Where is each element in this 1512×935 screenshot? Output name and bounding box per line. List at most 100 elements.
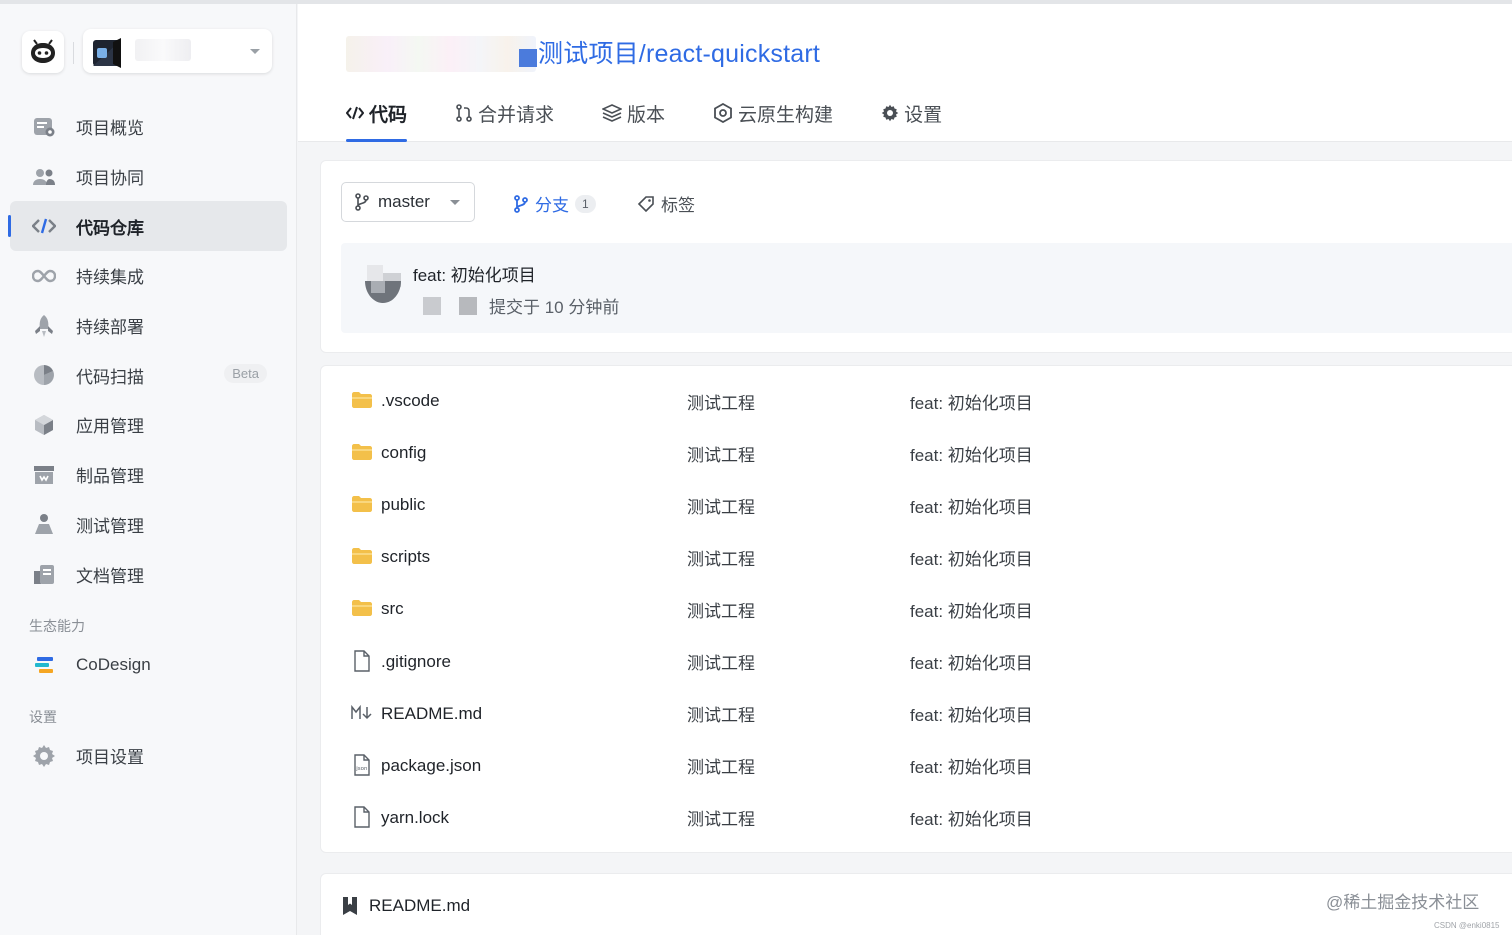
sidebar-item-label: 文档管理 [76,566,144,586]
file-commit-message[interactable]: feat: 初始化项目 [910,597,1033,622]
file-last-commit[interactable]: 测试工程 [687,649,755,674]
tab-settings[interactable]: 设置 [881,96,942,130]
file-row[interactable]: public 测试工程 feat: 初始化项目 [321,479,1512,531]
file-last-commit[interactable]: 测试工程 [687,701,755,726]
file-row[interactable]: .gitignore 测试工程 feat: 初始化项目 [321,636,1512,688]
branches-link[interactable]: 分支 1 [513,191,596,216]
file-row[interactable]: README.md 测试工程 feat: 初始化项目 [321,688,1512,740]
docs-icon [32,562,56,586]
file-last-commit[interactable]: 测试工程 [687,493,755,518]
file-last-commit[interactable]: 测试工程 [687,753,755,778]
branch-selector[interactable]: master [341,182,475,222]
code-icon [32,214,56,238]
file-name[interactable]: src [381,599,404,619]
file-commit-message[interactable]: feat: 初始化项目 [910,441,1033,466]
tab-cloud-build[interactable]: 云原生构建 [713,96,833,130]
file-row[interactable]: src 测试工程 feat: 初始化项目 [321,583,1512,635]
project-name-redacted [135,39,191,61]
main-content: 测试项目/react-quickstart 代码 合并请求 版本 云原生构建 设… [298,4,1512,935]
branch-commit-card: master 分支 1 标签 feat: 初始化项目 提交于 10 分钟前 [320,160,1512,353]
sidebar-item-code-repo[interactable]: 代码仓库 [8,201,287,252]
file-row[interactable]: config 测试工程 feat: 初始化项目 [321,427,1512,479]
book-icon [341,896,359,916]
sidebar-item-label: 测试管理 [76,516,144,536]
layers-icon [602,104,623,122]
folder-icon [351,598,373,618]
file-commit-message[interactable]: feat: 初始化项目 [910,389,1033,414]
beta-badge: Beta [224,364,267,384]
file-name[interactable]: .gitignore [381,652,451,672]
readme-title[interactable]: README.md [341,896,470,916]
tags-link[interactable]: 标签 [637,191,695,216]
file-last-commit[interactable]: 测试工程 [687,805,755,830]
tab-merge-requests[interactable]: 合并请求 [455,96,554,130]
sidebar-item-project-settings[interactable]: 项目设置 [0,731,297,781]
sidebar-item-label: 持续部署 [76,318,144,338]
folder-icon [351,494,373,514]
watermark-text: @稀土掘金技术社区 [1326,893,1480,912]
file-last-commit[interactable]: 测试工程 [687,597,755,622]
file-name[interactable]: public [381,495,425,515]
sidebar-item-collaboration[interactable]: 项目协同 [0,152,297,202]
merge-icon [455,104,473,122]
file-commit-message[interactable]: feat: 初始化项目 [910,545,1033,570]
branch-icon [354,193,370,211]
sidebar-item-label: CoDesign [76,654,151,674]
file-row[interactable]: json package.json 测试工程 feat: 初始化项目 [321,740,1512,792]
sidebar-item-docs-management[interactable]: 文档管理 [0,549,297,599]
sidebar-item-artifact-management[interactable]: 制品管理 [0,450,297,500]
svg-text:json: json [355,766,368,772]
tab-releases[interactable]: 版本 [602,96,665,130]
file-commit-message[interactable]: feat: 初始化项目 [910,649,1033,674]
sidebar-item-cd[interactable]: 持续部署 [0,301,297,351]
sidebar-item-label: 代码仓库 [76,218,144,238]
watermark-small-text: CSDN @enki0815 [1434,921,1500,930]
file-name[interactable]: scripts [381,547,430,567]
file-commit-message[interactable]: feat: 初始化项目 [910,753,1033,778]
app-logo[interactable] [22,31,64,73]
json-file-icon: json [351,753,373,776]
file-name[interactable]: package.json [381,756,481,776]
branch-icon [513,194,529,213]
folder-icon [351,546,373,566]
file-commit-message[interactable]: feat: 初始化项目 [910,805,1033,830]
latest-commit: feat: 初始化项目 提交于 10 分钟前 [341,243,1512,333]
sidebar-item-test-management[interactable]: 测试管理 [0,500,297,550]
readme-filename: README.md [369,896,471,915]
tab-label: 版本 [627,104,666,126]
file-commit-message[interactable]: feat: 初始化项目 [910,493,1033,518]
commit-message[interactable]: feat: 初始化项目 [413,261,536,286]
file-name[interactable]: .vscode [381,391,440,411]
file-name[interactable]: config [381,443,426,463]
file-commit-message[interactable]: feat: 初始化项目 [910,701,1033,726]
logo-divider [73,42,74,64]
sidebar-item-label: 制品管理 [76,467,144,487]
markdown-icon [351,703,373,723]
file-row[interactable]: .vscode 测试工程 feat: 初始化项目 [321,375,1512,427]
sidebar-item-app-management[interactable]: 应用管理 [0,400,297,450]
pie-icon [32,363,56,387]
project-switcher[interactable] [83,29,272,73]
commit-meta: 提交于 10 分钟前 [423,293,619,318]
tab-label: 云原生构建 [738,104,834,126]
file-last-commit[interactable]: 测试工程 [687,441,755,466]
sidebar-item-ci[interactable]: 持续集成 [0,251,297,301]
file-name[interactable]: README.md [381,704,482,724]
sidebar-item-overview[interactable]: 项目概览 [0,102,297,152]
repo-path[interactable]: 测试项目/react-quickstart [538,34,820,70]
sidebar-item-code-scan[interactable]: 代码扫描 Beta [0,350,297,400]
sidebar-nav: 项目概览 项目协同 代码仓库 持续集成 持续部署 代码扫描 Beta 应用管理 … [0,102,297,599]
file-row[interactable]: yarn.lock 测试工程 feat: 初始化项目 [321,792,1512,844]
file-last-commit[interactable]: 测试工程 [687,545,755,570]
sidebar-item-codesign[interactable]: CoDesign [0,640,297,690]
cube-icon [32,413,56,437]
flask-icon [32,512,56,536]
file-row[interactable]: scripts 测试工程 feat: 初始化项目 [321,531,1512,583]
build-icon [713,103,733,123]
file-last-commit[interactable]: 测试工程 [687,389,755,414]
infinity-icon [32,264,56,288]
folder-icon [351,442,373,462]
tab-code[interactable]: 代码 [346,96,408,142]
chevron-down-icon [450,200,460,205]
file-name[interactable]: yarn.lock [381,808,449,828]
